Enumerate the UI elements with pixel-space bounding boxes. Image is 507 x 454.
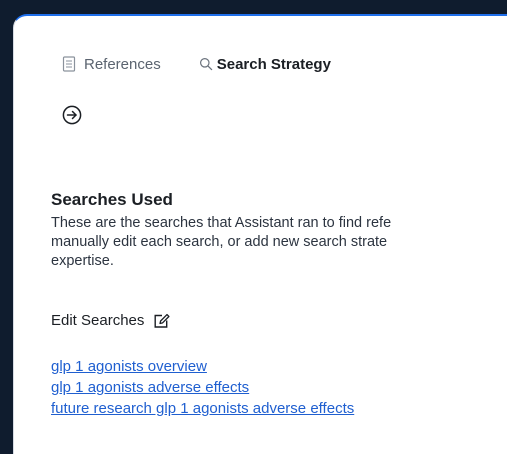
section-description: These are the searches that Assistant ra… — [51, 215, 392, 269]
edit-icon — [153, 313, 170, 329]
tab-references-label: References — [84, 55, 161, 73]
document-icon — [62, 56, 76, 72]
edit-searches-button[interactable]: Edit Searches — [51, 312, 170, 329]
tab-search-strategy[interactable]: Search Strategy — [199, 56, 331, 73]
search-link[interactable]: glp 1 agonists overview — [51, 358, 207, 375]
search-strategy-panel: References Search Strategy Searches Used… — [13, 14, 507, 454]
list-item: glp 1 agonists overview — [51, 358, 354, 379]
tab-search-strategy-label: Search Strategy — [216, 55, 331, 73]
list-item: glp 1 agonists adverse effects — [51, 379, 354, 400]
search-icon — [199, 57, 213, 71]
edit-searches-label: Edit Searches — [51, 312, 145, 329]
tab-references[interactable]: References — [62, 56, 161, 73]
search-link[interactable]: glp 1 agonists adverse effects — [51, 379, 249, 396]
next-button[interactable] — [61, 104, 83, 126]
search-list: glp 1 agonists overview glp 1 agonists a… — [51, 358, 354, 421]
section-title: Searches Used — [51, 190, 173, 209]
arrow-circle-right-icon — [62, 105, 82, 125]
panel-tabs: References Search Strategy — [62, 54, 331, 74]
search-link[interactable]: future research glp 1 agonists adverse e… — [51, 400, 354, 417]
list-item: future research glp 1 agonists adverse e… — [51, 400, 354, 421]
